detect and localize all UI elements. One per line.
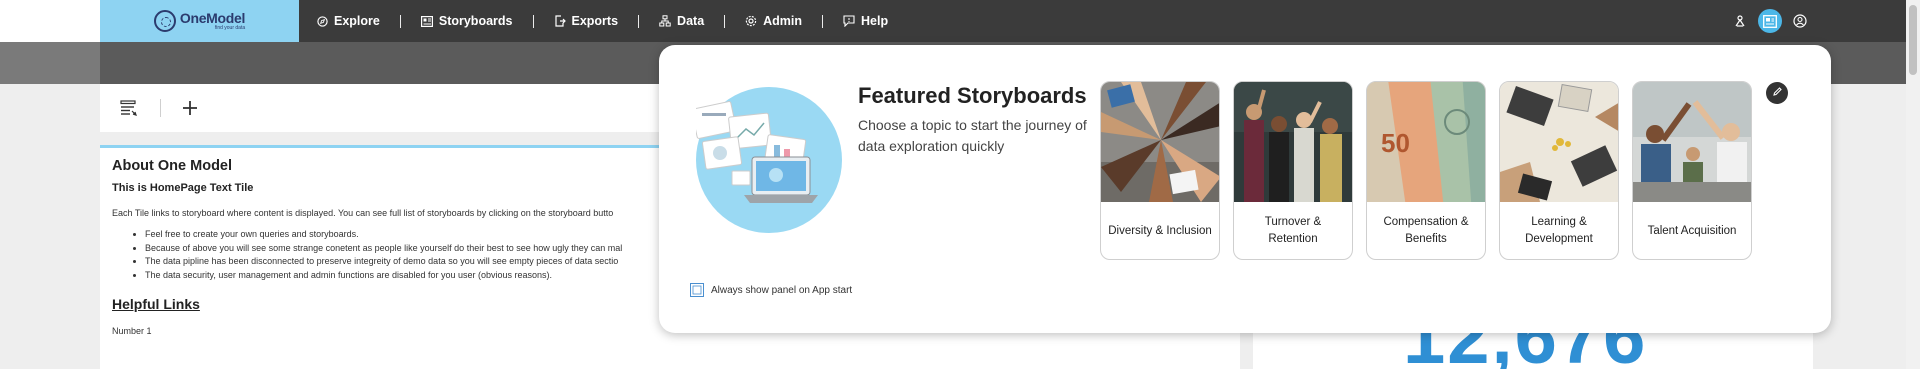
card-label: Compensation & Benefits (1383, 216, 1469, 245)
featured-subtitle: Choose a topic to start the journey of d… (858, 117, 1087, 154)
nav-right-icons (1728, 9, 1812, 33)
scrollbar-thumb[interactable] (1909, 5, 1917, 75)
storyboard-panel-icon[interactable] (1758, 9, 1782, 33)
card-label: Learning & Development (1525, 216, 1593, 245)
nav-divider (532, 14, 534, 28)
pencil-icon (1772, 84, 1783, 102)
nav-divider (724, 14, 726, 28)
nav-help-label: Help (861, 14, 889, 28)
user-icon[interactable] (1788, 9, 1812, 33)
page-scrollbar[interactable] (1906, 0, 1920, 369)
plus-icon[interactable] (175, 93, 205, 123)
storyboards-hero-illustration (696, 87, 842, 233)
nav-explore[interactable]: Explore (310, 14, 386, 28)
nav-exports-label: Exports (571, 14, 619, 28)
nav-exports[interactable]: Exports (548, 14, 625, 28)
svg-text:50: 50 (1381, 128, 1410, 158)
edit-featured-button[interactable] (1766, 82, 1788, 104)
logo-mark-icon (153, 10, 176, 32)
logo-name: OneModel (179, 10, 246, 26)
card-label: Turnover & Retention (1264, 216, 1322, 245)
nav-storyboards[interactable]: Storyboards (415, 14, 519, 28)
nav-divider (638, 14, 640, 28)
always-show-option[interactable]: Always show panel on App start (690, 283, 852, 297)
hands-stacked-photo (1101, 82, 1219, 202)
team-celebrating-photo (1234, 82, 1352, 202)
storyboard-cards: Diversity & Inclusion Turnover & Retenti… (1100, 81, 1752, 260)
nav-divider (399, 14, 401, 28)
storyboard-icon (420, 15, 433, 27)
storyboard-card-compensation[interactable]: 50 Compensation & Benefits (1366, 81, 1486, 260)
nav-left-gutter (0, 0, 100, 42)
storyboard-card-turnover[interactable]: Turnover & Retention (1233, 81, 1353, 260)
compass-icon (316, 15, 328, 27)
banknotes-photo: 50 (1367, 82, 1485, 202)
network-icon[interactable] (1728, 9, 1752, 33)
card-label: Diversity & Inclusion (1108, 224, 1212, 237)
onemodel-logo[interactable]: OneModel find your data (153, 10, 246, 32)
logo-tagline: find your data (214, 25, 246, 31)
nav-data[interactable]: Data (653, 14, 710, 28)
nav-explore-label: Explore (334, 14, 380, 28)
laptops-desk-photo (1500, 82, 1618, 202)
toolbar-divider (160, 99, 161, 117)
storyboard-card-learning[interactable]: Learning & Development (1499, 81, 1619, 260)
featured-storyboards-panel: Featured Storyboards Choose a topic to s… (659, 45, 1831, 333)
main-nav: Explore Storyboards Exports Data Admin H… (310, 0, 894, 42)
nav-help[interactable]: Help (837, 14, 894, 28)
band-left-gutter (0, 42, 100, 84)
always-show-checkbox[interactable] (690, 283, 704, 297)
top-navigation-bar: OneModel find your data Explore Storyboa… (0, 0, 1920, 42)
featured-title: Featured Storyboards (858, 83, 1087, 108)
help-icon (843, 15, 855, 27)
nav-admin-label: Admin (763, 14, 803, 28)
always-show-label: Always show panel on App start (711, 284, 853, 296)
storyboard-list-icon[interactable] (114, 93, 144, 123)
gear-icon (745, 15, 757, 27)
nav-storyboards-label: Storyboards (438, 14, 513, 28)
export-icon (554, 15, 566, 27)
high-five-photo (1633, 82, 1751, 202)
storyboard-card-diversity[interactable]: Diversity & Inclusion (1100, 81, 1220, 260)
card-label: Talent Acquisition (1647, 224, 1737, 237)
nav-divider (822, 14, 824, 28)
storyboard-card-talent[interactable]: Talent Acquisition (1632, 81, 1752, 260)
data-icon (659, 15, 671, 27)
logo-box[interactable]: OneModel find your data (100, 0, 299, 42)
nav-admin[interactable]: Admin (739, 14, 808, 28)
nav-data-label: Data (677, 14, 705, 28)
